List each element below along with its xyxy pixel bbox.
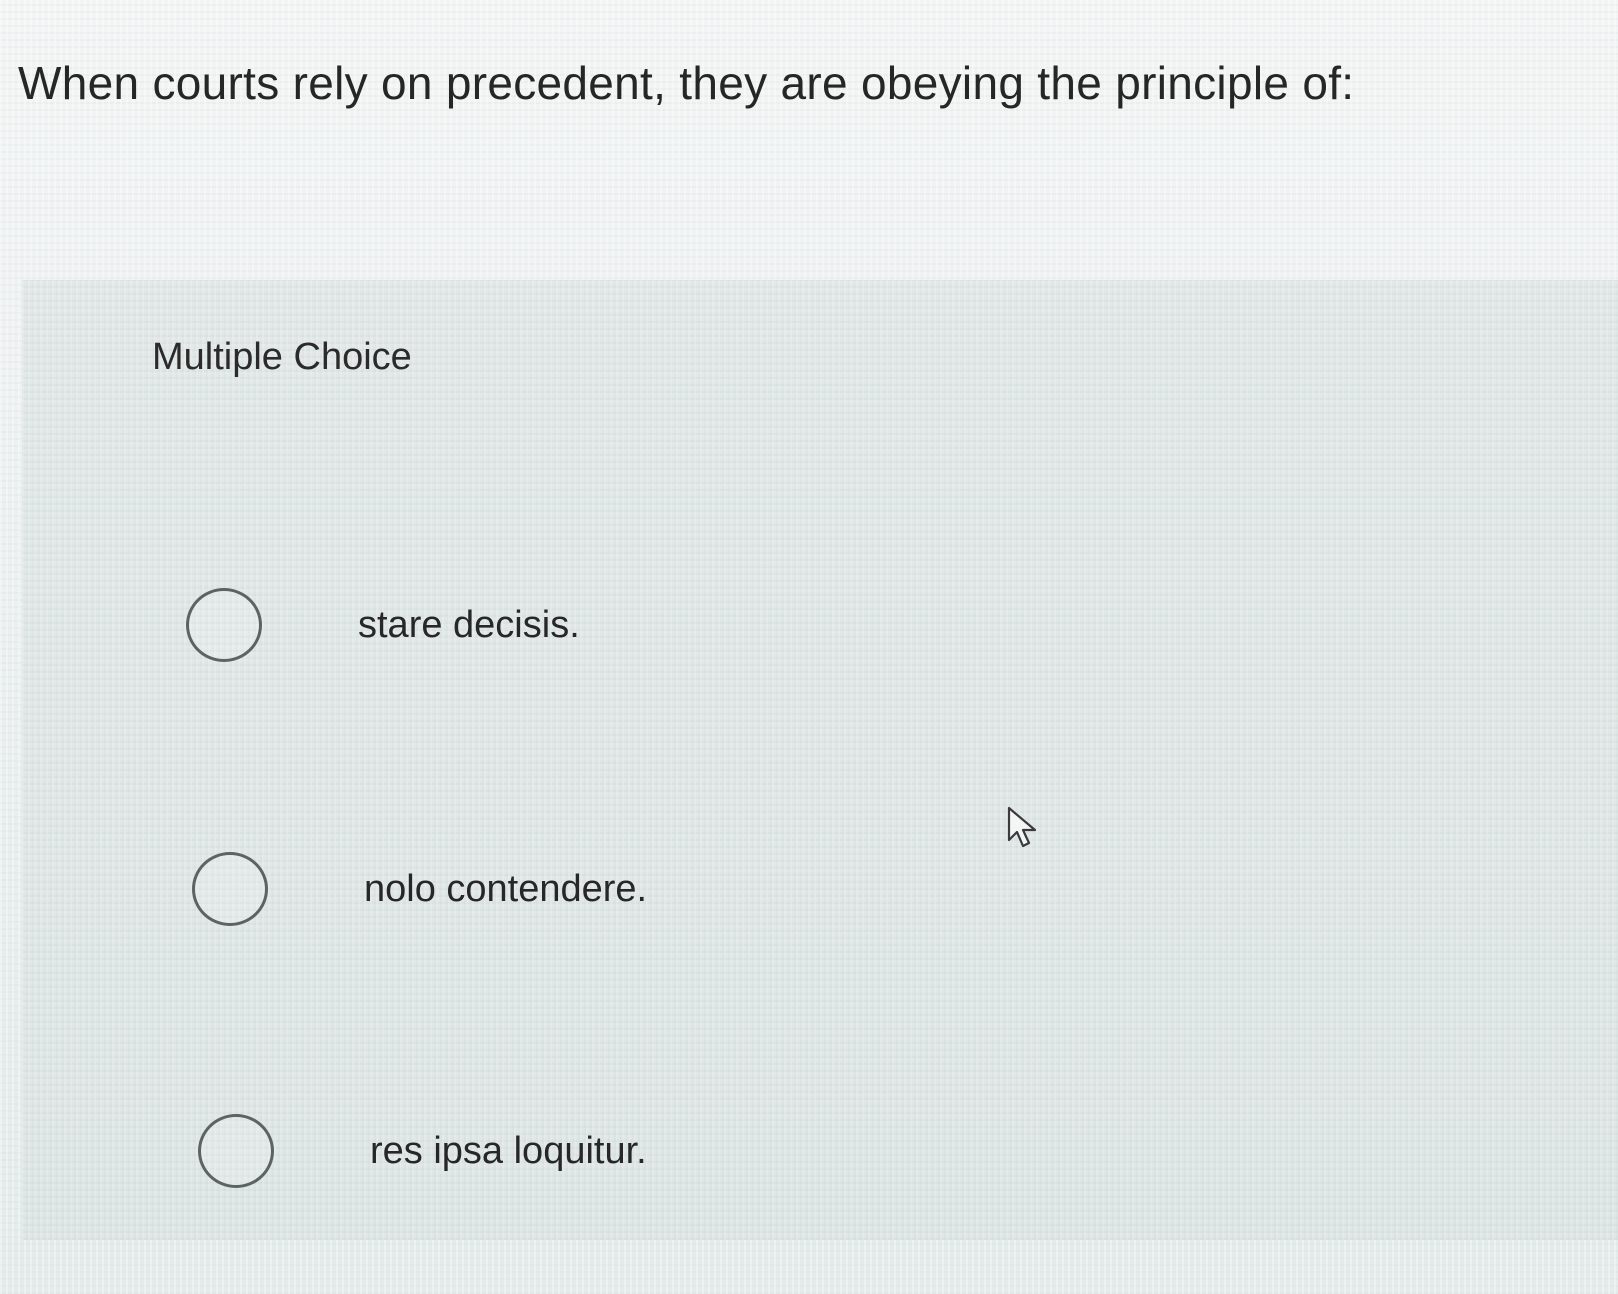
answer-option-stare-decisis[interactable]: stare decisis. xyxy=(186,588,580,662)
answer-option-res-ipsa-loquitur[interactable]: res ipsa loquitur. xyxy=(198,1114,647,1188)
answer-option-label[interactable]: res ipsa loquitur. xyxy=(370,1130,647,1173)
question-text: When courts rely on precedent, they are … xyxy=(18,57,1355,109)
answer-option-nolo-contendere[interactable]: nolo contendere. xyxy=(192,852,647,926)
question-type-label: Multiple Choice xyxy=(152,336,412,378)
mouse-pointer-icon xyxy=(1007,806,1037,848)
answer-option-label[interactable]: stare decisis. xyxy=(358,604,580,647)
radio-button[interactable] xyxy=(186,588,262,662)
radio-button[interactable] xyxy=(192,852,268,926)
answer-option-label[interactable]: nolo contendere. xyxy=(364,868,647,911)
answer-panel: Multiple Choice stare decisis. nolo cont… xyxy=(22,280,1618,1240)
radio-button[interactable] xyxy=(198,1114,274,1188)
